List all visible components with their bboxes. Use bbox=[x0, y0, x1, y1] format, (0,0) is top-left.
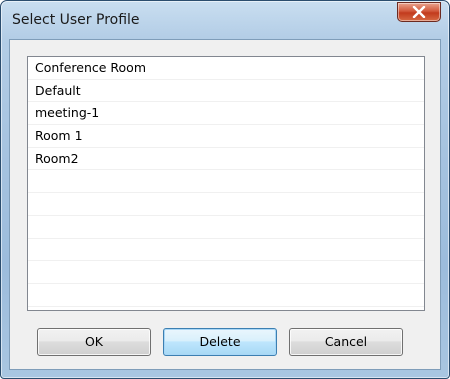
empty-list-row bbox=[28, 239, 424, 262]
list-item[interactable]: Room 1 bbox=[28, 125, 424, 148]
cancel-button[interactable]: Cancel bbox=[289, 328, 403, 356]
dialog-title: Select User Profile bbox=[12, 12, 140, 28]
delete-button[interactable]: Delete bbox=[163, 328, 277, 356]
empty-list-row bbox=[28, 193, 424, 216]
empty-list-row bbox=[28, 284, 424, 307]
list-item[interactable]: Room2 bbox=[28, 148, 424, 171]
list-item[interactable]: meeting-1 bbox=[28, 102, 424, 126]
close-icon bbox=[412, 6, 426, 18]
title-bar[interactable]: Select User Profile bbox=[1, 1, 449, 39]
dialog-client-area: Conference Room Default meeting-1 Room 1… bbox=[9, 39, 441, 370]
empty-list-row bbox=[28, 216, 424, 239]
ok-button[interactable]: OK bbox=[37, 328, 151, 356]
list-item[interactable]: Conference Room bbox=[28, 57, 424, 80]
dialog-window: Select User Profile Conference Room Defa… bbox=[0, 0, 450, 379]
list-item[interactable]: Default bbox=[28, 80, 424, 103]
profile-list[interactable]: Conference Room Default meeting-1 Room 1… bbox=[27, 56, 425, 311]
empty-list-row bbox=[28, 170, 424, 194]
close-button[interactable] bbox=[397, 2, 441, 22]
empty-list-row bbox=[28, 261, 424, 284]
